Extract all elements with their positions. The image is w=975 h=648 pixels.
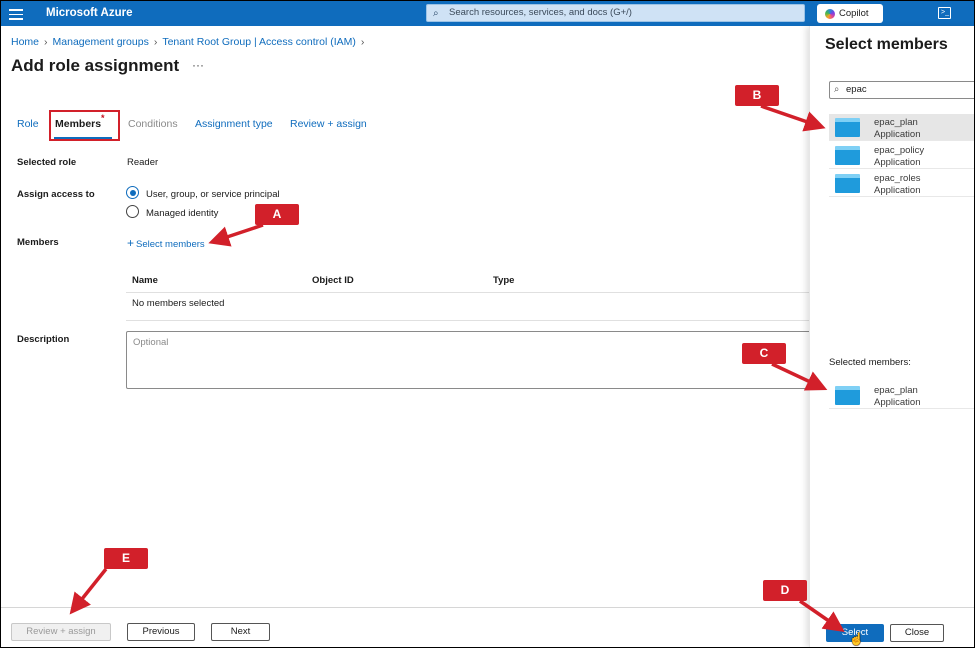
review-assign-button[interactable]: Review + assign (11, 623, 111, 641)
top-bar: Microsoft Azure ⌕ Search resources, serv… (1, 1, 974, 26)
member-result-epac-roles[interactable]: epac_roles Application (829, 170, 974, 197)
column-header-type[interactable]: Type (493, 275, 514, 286)
app-registration-icon (835, 174, 860, 193)
select-members-link[interactable]: + Select members (127, 236, 205, 250)
search-icon: ⌕ (834, 84, 840, 95)
tab-assignment-type[interactable]: Assignment type (195, 118, 273, 130)
selected-role-label: Selected role (17, 157, 77, 168)
callout-c: C (742, 343, 786, 364)
member-name: epac_plan (874, 117, 918, 128)
breadcrumb-management-groups[interactable]: Management groups (53, 36, 149, 48)
member-name: epac_policy (874, 145, 925, 156)
app-registration-icon (835, 146, 860, 165)
member-result-epac-policy[interactable]: epac_policy Application (829, 142, 974, 169)
more-options-icon[interactable]: ··· (192, 58, 204, 72)
copilot-button[interactable]: Copilot (817, 4, 883, 23)
arrow-a (208, 223, 264, 247)
select-members-label: Select members (136, 239, 205, 250)
tab-conditions[interactable]: Conditions (128, 118, 178, 130)
panel-footer: Select Close (810, 607, 974, 647)
breadcrumb-home[interactable]: Home (11, 36, 39, 48)
panel-title: Select members (825, 36, 948, 53)
previous-button[interactable]: Previous (127, 623, 195, 641)
chevron-right-icon: › (44, 36, 48, 48)
brand-title[interactable]: Microsoft Azure (46, 7, 132, 19)
chevron-right-icon: › (360, 36, 365, 48)
breadcrumb: Home › Management groups › Tenant Root Group… (11, 36, 369, 48)
highlight-box (49, 110, 120, 141)
member-name: epac_roles (874, 173, 921, 184)
assign-access-label: Assign access to (17, 189, 95, 200)
column-header-object-id[interactable]: Object ID (312, 275, 354, 286)
members-label: Members (17, 237, 59, 248)
description-input[interactable]: Optional (126, 331, 816, 389)
search-icon: ⌕ (433, 8, 439, 19)
callout-a: A (255, 204, 299, 225)
select-members-panel: Select members ⌕ epac epac_plan Applicat… (809, 26, 974, 647)
member-search-value: epac (846, 84, 867, 95)
member-result-epac-plan[interactable]: epac_plan Application (829, 114, 974, 141)
chevron-right-icon: › (153, 36, 158, 48)
selected-member-epac-plan[interactable]: epac_plan Application (829, 382, 974, 409)
tab-role[interactable]: Role (17, 118, 39, 130)
app-registration-icon (835, 386, 860, 405)
radio-managed-identity[interactable] (126, 205, 139, 218)
copilot-icon (825, 9, 835, 19)
member-name: epac_plan (874, 385, 918, 396)
arrow-e (69, 567, 108, 615)
plus-icon: + (127, 236, 135, 250)
wizard-footer: Review + assign Previous Next (1, 607, 810, 647)
member-search-input[interactable]: ⌕ epac (829, 81, 974, 99)
global-search-input[interactable]: ⌕ Search resources, services, and docs (… (426, 4, 805, 22)
member-type: Application (874, 397, 921, 408)
divider (126, 320, 810, 321)
callout-d: D (763, 580, 807, 601)
callout-b: B (735, 85, 779, 106)
member-type: Application (874, 157, 921, 168)
radio-managed-identity-label[interactable]: Managed identity (146, 208, 218, 219)
breadcrumb-tenant-root-iam[interactable]: Tenant Root Group | Access control (IAM) (162, 36, 356, 48)
selected-members-label: Selected members: (829, 357, 911, 368)
member-type: Application (874, 185, 921, 196)
search-placeholder: Search resources, services, and docs (G+… (449, 7, 632, 18)
radio-users-groups-label[interactable]: User, group, or service principal (146, 189, 280, 200)
description-placeholder: Optional (133, 337, 169, 348)
app-frame: Microsoft Azure ⌕ Search resources, serv… (1, 1, 974, 647)
close-button[interactable]: Close (890, 624, 944, 642)
pointer-cursor-icon: ☝ (849, 632, 864, 646)
selected-role-value: Reader (127, 157, 159, 168)
divider (126, 292, 810, 293)
hamburger-icon[interactable] (9, 6, 23, 20)
cloud-shell-icon[interactable]: >_ (938, 7, 951, 19)
app-registration-icon (835, 118, 860, 137)
empty-members-row: No members selected (132, 298, 225, 309)
column-header-name[interactable]: Name (132, 275, 158, 286)
description-label: Description (17, 334, 70, 345)
page-title: Add role assignment (11, 56, 180, 75)
copilot-label: Copilot (839, 8, 869, 19)
radio-users-groups[interactable] (126, 186, 139, 199)
callout-e: E (104, 548, 148, 569)
next-button[interactable]: Next (211, 623, 270, 641)
tab-review-assign[interactable]: Review + assign (290, 118, 367, 130)
member-type: Application (874, 129, 921, 140)
